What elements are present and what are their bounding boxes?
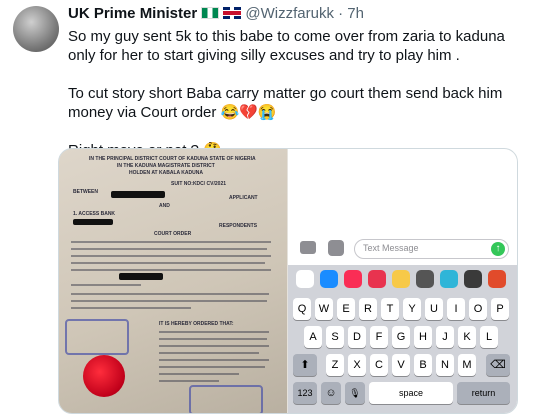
redaction (119, 273, 163, 280)
key-i[interactable]: I (447, 298, 465, 320)
emoji-key-icon[interactable]: ☺ (321, 382, 341, 404)
key-f[interactable]: F (370, 326, 388, 348)
key-l[interactable]: L (480, 326, 498, 348)
key-j[interactable]: J (436, 326, 454, 348)
app-icon[interactable] (464, 270, 482, 288)
message-composer: Text Message ↑ (288, 237, 517, 261)
key-u[interactable]: U (425, 298, 443, 320)
game-icon[interactable] (440, 270, 458, 288)
key-e[interactable]: E (337, 298, 355, 320)
music-icon[interactable] (344, 270, 362, 288)
key-n[interactable]: N (436, 354, 454, 376)
doc-title-3: HOLDEN AT KABALA KADUNA (129, 170, 203, 176)
key-o[interactable]: O (469, 298, 487, 320)
key-s[interactable]: S (326, 326, 344, 348)
mic-key-icon[interactable]: 🎙 (345, 382, 365, 404)
doc-title-2: IN THE KADUNA MAGISTRATE DISTRICT (117, 163, 215, 169)
stickers-icon[interactable] (416, 270, 434, 288)
message-placeholder: Text Message (363, 243, 419, 253)
key-t[interactable]: T (381, 298, 399, 320)
key-q[interactable]: Q (293, 298, 311, 320)
heart-icon[interactable] (368, 270, 386, 288)
tweet-paragraph: So my guy sent 5k to this babe to come o… (68, 28, 510, 64)
handle[interactable]: @Wizzfarukk (245, 5, 334, 22)
key-k[interactable]: K (458, 326, 476, 348)
court-stamp (65, 319, 129, 355)
space-key[interactable]: space (369, 382, 453, 404)
doc-and: AND (159, 203, 170, 209)
redaction (111, 191, 165, 198)
key-y[interactable]: Y (403, 298, 421, 320)
delete-key-icon[interactable]: ⌫ (486, 354, 510, 376)
separator: · (338, 5, 344, 22)
tweet-paragraph: To cut story short Baba carry matter go … (68, 85, 507, 121)
key-c[interactable]: C (370, 354, 388, 376)
doc-suit-no: SUIT NO:KDC/ CV/2021 (171, 181, 227, 187)
doc-between: BETWEEN (73, 189, 98, 195)
key-b[interactable]: B (414, 354, 432, 376)
court-order-photo[interactable]: IN THE PRINCIPAL DISTRICT COURT OF KADUN… (59, 149, 287, 413)
key-w[interactable]: W (315, 298, 333, 320)
doc-court-order: COURT ORDER (154, 231, 192, 237)
app-icon[interactable] (488, 270, 506, 288)
send-arrow-icon[interactable]: ↑ (491, 242, 505, 256)
nigeria-flag-icon (201, 7, 220, 19)
timestamp[interactable]: 7h (347, 5, 364, 22)
camera-icon[interactable] (300, 241, 316, 254)
key-z[interactable]: Z (326, 354, 344, 376)
key-v[interactable]: V (392, 354, 410, 376)
phone-screenshot[interactable]: Text Message ↑ Q W E R T Y U I O P A S D… (288, 149, 517, 413)
court-stamp (189, 385, 263, 413)
user-avatar[interactable] (13, 6, 59, 52)
key-x[interactable]: X (348, 354, 366, 376)
doc-respondent-1: 1. ACCESS BANK (73, 211, 116, 217)
doc-title-1: IN THE PRINCIPAL DISTRICT COURT OF KADUN… (89, 156, 256, 162)
imessage-app-drawer (288, 265, 517, 293)
key-a[interactable]: A (304, 326, 322, 348)
doc-ordered: IT IS HEREBY ORDERED THAT: (159, 321, 234, 327)
key-m[interactable]: M (458, 354, 476, 376)
photos-icon[interactable] (296, 270, 314, 288)
doc-respondents: RESPONDENTS (219, 223, 258, 229)
redaction (73, 219, 113, 225)
app-store-icon[interactable] (328, 240, 344, 256)
tweet-media[interactable]: IN THE PRINCIPAL DISTRICT COURT OF KADUN… (58, 148, 518, 414)
red-seal (83, 355, 125, 397)
display-name[interactable]: UK Prime Minister (68, 5, 197, 22)
numbers-key[interactable]: 123 (293, 382, 317, 404)
key-r[interactable]: R (359, 298, 377, 320)
tweet-header: UK Prime Minister @Wizzfarukk · 7h (68, 5, 364, 23)
uk-flag-icon (223, 7, 242, 19)
shift-key-icon[interactable]: ⬆ (293, 354, 317, 376)
key-d[interactable]: D (348, 326, 366, 348)
key-p[interactable]: P (491, 298, 509, 320)
ios-keyboard: Q W E R T Y U I O P A S D F G H J K L ⬆ … (288, 265, 517, 413)
memoji-icon[interactable] (392, 270, 410, 288)
app-store-icon[interactable] (320, 270, 338, 288)
message-input[interactable]: Text Message ↑ (354, 239, 509, 259)
key-g[interactable]: G (392, 326, 410, 348)
doc-applicant: APPLICANT (229, 195, 258, 201)
key-h[interactable]: H (414, 326, 432, 348)
return-key[interactable]: return (457, 382, 510, 404)
